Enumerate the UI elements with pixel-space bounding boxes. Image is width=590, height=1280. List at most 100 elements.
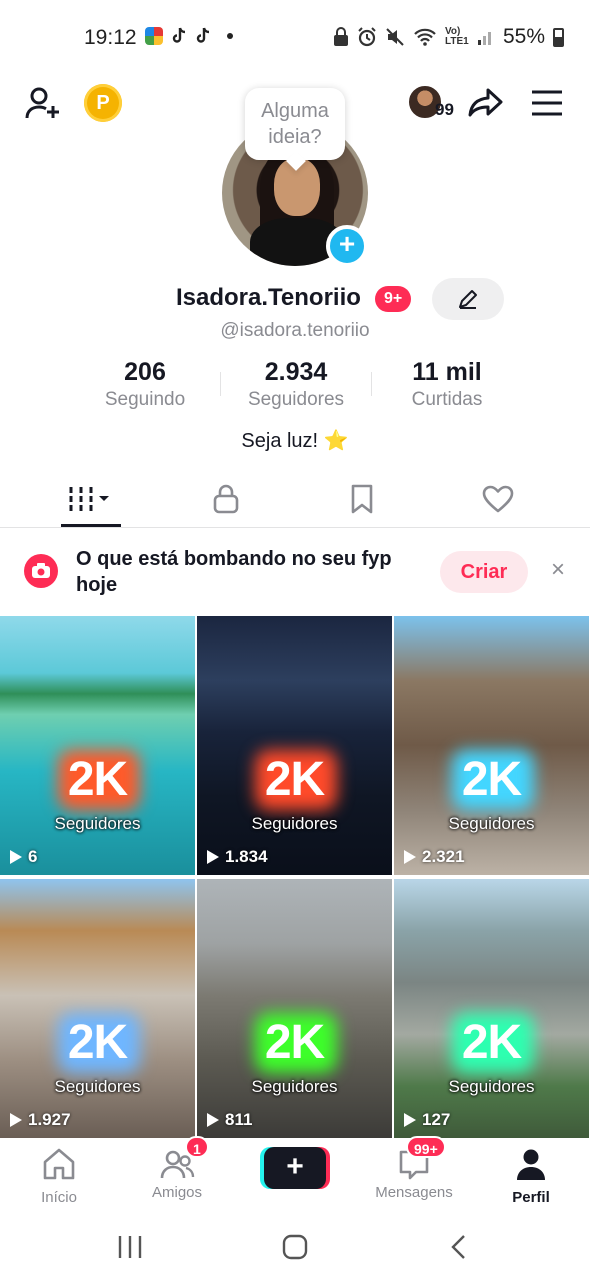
nav-inbox[interactable]: 99+ Mensagens: [355, 1136, 473, 1208]
pencil-icon: [459, 290, 477, 309]
video-overlay-text: 2K: [264, 1016, 325, 1069]
camera-icon: [24, 554, 58, 588]
banner-text: O que está bombando no seu fyp hoje: [76, 548, 392, 596]
profile-icon: [517, 1149, 545, 1180]
heart-icon: [482, 485, 514, 513]
nav-friends[interactable]: 1 Amigos: [118, 1136, 236, 1208]
recent-apps-icon[interactable]: [114, 1234, 146, 1260]
play-icon: [207, 850, 219, 864]
video-thumbnail: [0, 616, 195, 875]
bookmark-icon: [351, 484, 373, 514]
close-icon[interactable]: ×: [546, 558, 570, 582]
video-overlay-text: 2K: [461, 753, 522, 806]
nav-label: Mensagens: [375, 1184, 453, 1201]
video-tile[interactable]: 2K Seguidores 2.321: [394, 616, 589, 875]
play-icon: [10, 1113, 22, 1127]
menu-icon[interactable]: [531, 90, 563, 116]
video-overlay-text: 2K: [67, 753, 128, 806]
add-friend-icon[interactable]: [24, 84, 64, 124]
create-post-button[interactable]: +: [264, 1147, 326, 1189]
home-button-icon[interactable]: [279, 1234, 311, 1260]
notification-badge[interactable]: 9+: [375, 286, 412, 312]
profile-bio: Seja luz! ⭐: [241, 430, 349, 452]
home-icon: [43, 1148, 75, 1180]
battery-percent: 55%: [502, 25, 545, 48]
edit-profile-button[interactable]: [432, 278, 504, 320]
username-handle: @isadora.tenoriio: [220, 320, 370, 341]
stat-label: Curtidas: [411, 389, 483, 410]
tiktok-icon: [172, 27, 186, 43]
play-icon: [404, 850, 416, 864]
view-count: 2.321: [404, 847, 465, 867]
play-icon: [404, 1113, 416, 1127]
video-caption: Seguidores: [251, 1077, 338, 1096]
video-overlay-text: 2K: [461, 1016, 522, 1069]
tab-saved[interactable]: [302, 470, 422, 528]
stat-following[interactable]: 206 Seguindo: [70, 358, 220, 411]
wifi-icon: [414, 28, 436, 46]
stat-likes[interactable]: 11 mil Curtidas: [372, 358, 522, 411]
view-count: 6: [10, 847, 37, 867]
display-name: Isadora.Tenoriio: [176, 284, 361, 311]
nav-label: Amigos: [151, 1184, 203, 1201]
video-caption: Seguidores: [448, 814, 535, 833]
video-tile[interactable]: 2K Seguidores 1.927: [0, 879, 195, 1138]
nav-profile[interactable]: Perfil: [472, 1146, 590, 1208]
video-tile[interactable]: 2K Seguidores 6: [0, 616, 195, 875]
tab-private[interactable]: [166, 470, 286, 528]
stat-followers[interactable]: 2.934 Seguidores: [221, 358, 371, 411]
back-icon[interactable]: [444, 1234, 476, 1260]
create-button[interactable]: Criar: [440, 551, 528, 593]
battery-icon: [553, 27, 564, 47]
video-caption: Seguidores: [448, 1077, 535, 1096]
nav-label: Início: [41, 1189, 77, 1206]
tab-videos[interactable]: [31, 470, 151, 528]
videos-grid-icon: [69, 487, 109, 511]
nav-home[interactable]: Início: [0, 1146, 118, 1208]
video-thumbnail: [0, 879, 195, 1138]
news-app-icon: [145, 27, 163, 45]
visitor-count: 99: [435, 100, 454, 119]
friends-icon: 1: [159, 1136, 209, 1182]
status-notification-icons: [145, 27, 233, 45]
stat-label: Seguidores: [247, 389, 345, 410]
status-time: 19:12: [84, 26, 137, 49]
inbox-icon: 99+: [396, 1136, 446, 1182]
add-story-button[interactable]: +: [326, 225, 368, 267]
video-caption: Seguidores: [54, 1077, 141, 1096]
profile-tabs: [0, 470, 590, 528]
share-icon[interactable]: [467, 84, 505, 122]
video-caption: Seguidores: [54, 814, 141, 833]
alarm-icon: [358, 27, 376, 47]
stat-value: 2.934: [264, 358, 328, 386]
status-system-icons: Vo) LTE1 55%: [333, 25, 564, 49]
nav-label: Perfil: [512, 1189, 550, 1206]
video-thumbnail: [394, 879, 589, 1138]
trending-banner[interactable]: O que está bombando no seu fyp hoje Cria…: [0, 536, 590, 612]
view-count: 127: [404, 1110, 450, 1130]
video-tile[interactable]: 2K Seguidores 1.834: [197, 616, 392, 875]
profile-visitors-button[interactable]: 99: [407, 84, 467, 122]
view-count: 1.834: [207, 847, 268, 867]
signal-icon: [477, 32, 491, 45]
stat-value: 11 mil: [412, 358, 482, 386]
idea-bubble[interactable]: Alguma ideia?: [245, 88, 345, 160]
video-tile[interactable]: 2K Seguidores 127: [394, 879, 589, 1138]
video-thumbnail: [197, 879, 392, 1138]
view-count: 1.927: [10, 1110, 71, 1130]
lte-icon: Vo) LTE1: [444, 26, 469, 47]
active-tab-indicator: [61, 524, 121, 527]
friends-badge: 1: [185, 1136, 209, 1158]
system-navigation-bar: [0, 1212, 590, 1280]
video-thumbnail: [197, 616, 392, 875]
video-tile[interactable]: 2K Seguidores 811: [197, 879, 392, 1138]
video-overlay-text: 2K: [264, 753, 325, 806]
tab-liked[interactable]: [438, 470, 558, 528]
status-bar: 19:12 Vo) LTE1 55%: [0, 0, 590, 78]
coin-icon[interactable]: P: [84, 84, 122, 122]
play-icon: [207, 1113, 219, 1127]
video-thumbnail: [394, 616, 589, 875]
name-row: Isadora.Tenoriio 9+: [0, 278, 590, 322]
profile-stats: 206 Seguindo 2.934 Seguidores 11 mil Cur…: [70, 358, 520, 418]
video-caption: Seguidores: [251, 814, 338, 833]
